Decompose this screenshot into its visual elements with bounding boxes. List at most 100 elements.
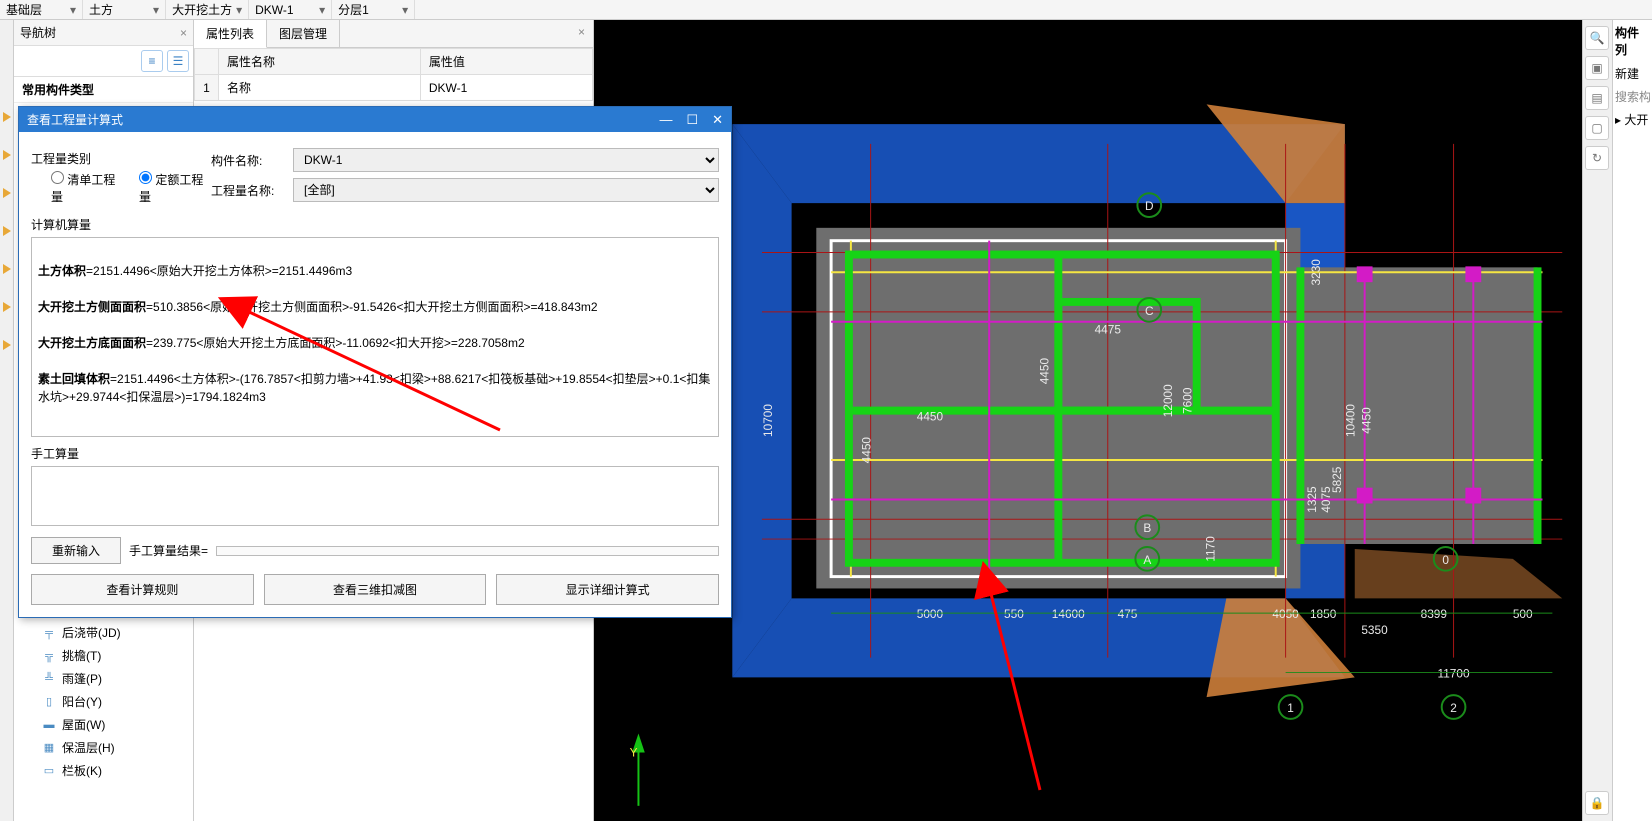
left-collapse-strip bbox=[0, 20, 14, 821]
svg-text:8399: 8399 bbox=[1421, 607, 1448, 621]
svg-text:0: 0 bbox=[1442, 553, 1449, 567]
tree-item[interactable]: ▬屋面(W) bbox=[14, 713, 193, 736]
subcat-dropdown[interactable]: 大开挖土方▾ bbox=[166, 0, 249, 19]
right-toolbar: 🔍 ▣ ▤ ▢ ↻ 🔒 bbox=[1582, 20, 1612, 821]
component-icon: ▦ bbox=[42, 741, 56, 755]
quantity-select[interactable]: [全部] bbox=[293, 178, 719, 202]
svg-text:12000: 12000 bbox=[1161, 384, 1175, 417]
svg-text:1850: 1850 bbox=[1310, 607, 1337, 621]
tree-item[interactable]: ▯阳台(Y) bbox=[14, 690, 193, 713]
minimize-icon[interactable]: — bbox=[659, 112, 672, 128]
expand-icon[interactable] bbox=[3, 264, 11, 274]
svg-text:4475: 4475 bbox=[1095, 323, 1122, 337]
svg-text:7600: 7600 bbox=[1181, 387, 1195, 414]
box-icon[interactable]: ▢ bbox=[1585, 116, 1609, 140]
magnify-icon[interactable]: 🔍 bbox=[1585, 26, 1609, 50]
section-manual: 手工算量 bbox=[31, 445, 719, 462]
tab-properties[interactable]: 属性列表 bbox=[194, 20, 267, 48]
category-dropdown[interactable]: 土方▾ bbox=[83, 0, 166, 19]
svg-text:4450: 4450 bbox=[860, 437, 874, 464]
chevron-down-icon: ▾ bbox=[236, 3, 242, 17]
component-dropdown[interactable]: DKW-1▾ bbox=[249, 0, 332, 19]
expand-icon[interactable] bbox=[3, 150, 11, 160]
svg-text:5000: 5000 bbox=[917, 607, 944, 621]
component-icon: ▭ bbox=[42, 764, 56, 778]
floor-dropdown[interactable]: 基础层▾ bbox=[0, 0, 83, 19]
svg-text:550: 550 bbox=[1004, 607, 1024, 621]
svg-text:5825: 5825 bbox=[1330, 466, 1344, 493]
svg-text:1170: 1170 bbox=[1203, 536, 1217, 562]
tree-item[interactable]: ╩雨篷(P) bbox=[14, 667, 193, 690]
view-tree-icon[interactable]: ☰ bbox=[167, 50, 189, 72]
component-icon: ▬ bbox=[42, 718, 56, 732]
close-icon[interactable]: × bbox=[570, 20, 593, 47]
result-label: 手工算量结果= bbox=[129, 542, 208, 559]
svg-text:Y: Y bbox=[630, 745, 638, 759]
table-row[interactable]: 1 名称 DKW-1 bbox=[195, 75, 593, 101]
component-label: 构件名称: bbox=[211, 152, 281, 169]
close-icon[interactable]: × bbox=[180, 26, 187, 40]
chevron-down-icon: ▾ bbox=[153, 3, 159, 17]
tree-item[interactable]: ╤后浇带(JD) bbox=[14, 621, 193, 644]
category-label: 工程量类别 bbox=[31, 150, 211, 167]
expand-icon[interactable] bbox=[3, 340, 11, 350]
quantity-label: 工程量名称: bbox=[211, 182, 281, 199]
component-list-panel: 构件列 新建 搜索构件 ▸ 大开 bbox=[1612, 20, 1652, 821]
top-dropdown-bar: 基础层▾ 土方▾ 大开挖土方▾ DKW-1▾ 分层1▾ bbox=[0, 0, 1652, 20]
drawing-viewport[interactable]: D C B A 0 1 2 10700 3230 4475 4450 4450 … bbox=[594, 20, 1582, 821]
expand-icon[interactable] bbox=[3, 226, 11, 236]
svg-text:475: 475 bbox=[1118, 607, 1138, 621]
dialog-titlebar[interactable]: 查看工程量计算式 — ☐ ✕ bbox=[19, 107, 731, 132]
result-value bbox=[216, 546, 719, 556]
view-detail-button[interactable]: 显示详细计算式 bbox=[496, 574, 719, 605]
maximize-icon[interactable]: ☐ bbox=[686, 112, 698, 128]
svg-text:C: C bbox=[1145, 304, 1154, 318]
calc-result-box[interactable]: 土方体积=2151.4496<原始大开挖土方体积>=2151.4496m3 大开… bbox=[31, 237, 719, 437]
tree-item[interactable]: ▭栏板(K) bbox=[14, 759, 193, 782]
new-button[interactable]: 新建 bbox=[1615, 62, 1650, 85]
component-icon: ▯ bbox=[42, 695, 56, 709]
svg-text:10700: 10700 bbox=[761, 404, 775, 437]
svg-text:4450: 4450 bbox=[1037, 358, 1051, 385]
dialog-title: 查看工程量计算式 bbox=[27, 111, 123, 128]
component-select[interactable]: DKW-1 bbox=[293, 148, 719, 172]
chevron-down-icon: ▾ bbox=[70, 3, 76, 17]
layers-icon[interactable]: ▤ bbox=[1585, 86, 1609, 110]
svg-text:10400: 10400 bbox=[1344, 404, 1358, 437]
svg-text:D: D bbox=[1145, 199, 1154, 213]
close-icon[interactable]: ✕ bbox=[712, 112, 723, 128]
section-computer: 计算机算量 bbox=[31, 216, 719, 233]
component-icon: ╩ bbox=[42, 672, 56, 686]
cube-icon[interactable]: ▣ bbox=[1585, 56, 1609, 80]
component-item[interactable]: ▸ 大开 bbox=[1615, 108, 1650, 131]
view-rule-button[interactable]: 查看计算规则 bbox=[31, 574, 254, 605]
chevron-down-icon: ▾ bbox=[402, 3, 408, 17]
svg-text:A: A bbox=[1143, 553, 1151, 567]
expand-icon[interactable] bbox=[3, 302, 11, 312]
radio-quota[interactable]: 定额工程量 bbox=[139, 171, 211, 205]
component-icon: ╦ bbox=[42, 649, 56, 663]
svg-text:1325: 1325 bbox=[1305, 486, 1319, 513]
view-list-icon[interactable]: ≡ bbox=[141, 50, 163, 72]
rotate-icon[interactable]: ↻ bbox=[1585, 146, 1609, 170]
radio-list[interactable]: 清单工程量 bbox=[51, 171, 123, 205]
lock-icon[interactable]: 🔒 bbox=[1585, 791, 1609, 815]
tree-item[interactable]: ╦挑檐(T) bbox=[14, 644, 193, 667]
calculation-formula-dialog: 查看工程量计算式 — ☐ ✕ 工程量类别 清单工程量 定额工程量 构件名称: D… bbox=[18, 106, 732, 618]
layer-dropdown[interactable]: 分层1▾ bbox=[332, 0, 415, 19]
search-placeholder[interactable]: 搜索构件 bbox=[1615, 85, 1650, 108]
svg-text:4050: 4050 bbox=[1272, 607, 1299, 621]
svg-text:4450: 4450 bbox=[917, 410, 944, 424]
reenter-button[interactable]: 重新输入 bbox=[31, 537, 121, 564]
svg-text:5350: 5350 bbox=[1361, 623, 1388, 637]
tree-item[interactable]: ▦保温层(H) bbox=[14, 736, 193, 759]
tab-layers[interactable]: 图层管理 bbox=[267, 20, 340, 47]
manual-input[interactable] bbox=[31, 466, 719, 526]
panel-title: 构件列 bbox=[1615, 24, 1650, 58]
view-3d-button[interactable]: 查看三维扣减图 bbox=[264, 574, 487, 605]
tree-section-header: 常用构件类型 bbox=[14, 77, 193, 103]
properties-table: 属性名称属性值 1 名称 DKW-1 bbox=[194, 48, 593, 101]
expand-icon[interactable] bbox=[3, 112, 11, 122]
svg-text:3230: 3230 bbox=[1309, 259, 1323, 286]
expand-icon[interactable] bbox=[3, 188, 11, 198]
